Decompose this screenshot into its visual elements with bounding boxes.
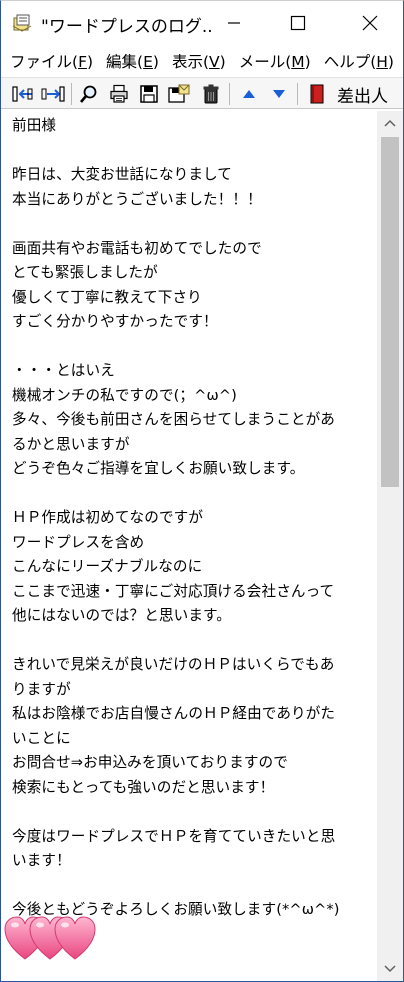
message-line [12, 629, 375, 654]
message-line [12, 874, 375, 899]
sender-book-icon [310, 84, 324, 104]
message-line: 他にはないのでは？と思います。 [12, 607, 231, 624]
message-line: いことに [12, 729, 71, 747]
next-message-icon [41, 86, 65, 102]
chevron-up-icon [384, 119, 396, 127]
close-button[interactable] [345, 1, 395, 45]
message-line: います！ [12, 852, 71, 869]
message-line: ワードプレスを含め [12, 533, 145, 551]
toolbar-separator [71, 83, 72, 105]
message-line: 今度はワードプレスでＨＰを育てていきたいと思 [12, 827, 336, 845]
save-icon [140, 85, 158, 103]
save-button[interactable] [137, 82, 161, 106]
prev-message-icon [12, 86, 33, 102]
message-line: 私はお陰様でお店自慢さんのＨＰ経由でありがた [12, 705, 336, 722]
message-line [12, 335, 375, 360]
menu-help[interactable]: ヘルプ(H) [319, 50, 399, 72]
print-button[interactable] [107, 82, 131, 106]
delete-icon [203, 84, 219, 104]
down-arrow-icon [273, 90, 285, 98]
message-line [12, 212, 375, 237]
menu-mail[interactable]: メール(M) [234, 50, 316, 72]
menu-edit[interactable]: 編集(E) [101, 50, 164, 72]
mail-viewer-window: "ワードプレスのログ... ファイル(F) 編集(E) 表示(V) メール(M)… [0, 0, 404, 982]
maximize-icon [290, 15, 306, 31]
message-line: とても緊張しましたが [12, 264, 158, 281]
message-line: どうぞ色々ご指導を宜しくお願い致します。 [12, 460, 305, 477]
message-line: 画面共有やお電話も初めてでしたので [12, 239, 262, 257]
up-arrow-icon [243, 90, 255, 98]
chevron-down-icon [384, 965, 396, 973]
search-icon [80, 85, 97, 103]
message-line: 昨日は、大変お世話になりまして [12, 166, 232, 183]
message-line: 前田様 [12, 117, 57, 134]
sender-label[interactable]: 差出人 [337, 82, 388, 107]
search-button[interactable] [77, 82, 101, 106]
close-icon [362, 15, 378, 31]
scroll-up-message-button[interactable] [237, 82, 261, 106]
save-attachment-button[interactable] [167, 82, 191, 106]
message-line: ここまで迅速・丁寧にご対応頂ける会社さんって [12, 582, 335, 600]
message-line: ＨＰ作成は初めてなのですが [12, 509, 204, 526]
message-line: 検索にもとっても強いのだと思います！ [12, 778, 275, 796]
message-line: 優しくて丁寧に教えて下さり [12, 288, 202, 306]
prev-message-button[interactable] [11, 82, 35, 106]
message-body[interactable]: 前田様 昨日は、大変お世話になりまして 本当にありがとうございました！！！ 画面… [1, 111, 375, 981]
print-icon [110, 84, 128, 103]
title-bar[interactable]: "ワードプレスのログ... [1, 1, 403, 45]
menu-view[interactable]: 表示(V) [167, 50, 231, 72]
message-line: すごく分かりやすかったです！ [12, 313, 218, 330]
scroll-up-button[interactable] [377, 111, 403, 135]
scroll-down-button[interactable] [377, 957, 403, 981]
message-line: 機械オンチの私ですので(；^ω^) [12, 386, 237, 404]
message-line [12, 139, 375, 164]
menu-file[interactable]: ファイル(F) [5, 50, 98, 72]
next-message-button[interactable] [41, 82, 65, 106]
message-line: 多々、今後も前田さんを困らせてしまうことがあ [12, 411, 335, 428]
app-icon [12, 14, 32, 32]
delete-button[interactable] [199, 82, 223, 106]
message-line: きれいで見栄えが良いだけのＨＰはいくらでもあ [12, 656, 335, 673]
message-line: るかと思いますが [12, 435, 130, 453]
message-line [12, 800, 375, 825]
message-line [12, 482, 375, 507]
scrollbar-thumb[interactable] [381, 137, 399, 487]
maximize-button[interactable] [273, 1, 323, 45]
message-line: こんなにリーズナブルなのに [12, 558, 203, 575]
scroll-down-message-button[interactable] [267, 82, 291, 106]
menu-bar: ファイル(F) 編集(E) 表示(V) メール(M) ヘルプ(H) [1, 47, 403, 75]
hearts-icon [4, 916, 96, 960]
vertical-scrollbar[interactable] [377, 111, 403, 981]
toolbar-separator [229, 83, 230, 105]
sender-book-button[interactable] [305, 82, 329, 106]
message-line: お問合せ⇒お申込みを頂いておりますので [12, 754, 288, 771]
minimize-icon [228, 22, 240, 24]
window-title: "ワードプレスのログ... [41, 17, 211, 37]
toolbar: 差出人 [1, 77, 403, 109]
message-line: りますが [12, 680, 71, 698]
minimize-button[interactable] [209, 1, 259, 45]
message-line: ・・・とはいえ [12, 362, 115, 379]
toolbar-separator [297, 83, 298, 105]
message-line: 本当にありがとうございました！！！ [12, 190, 262, 208]
save-attachment-icon [168, 84, 190, 103]
